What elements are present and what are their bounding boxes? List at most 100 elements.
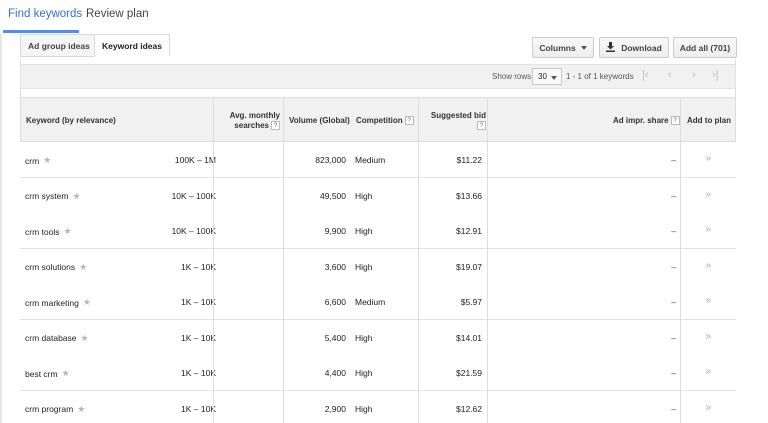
competition-cell: High xyxy=(355,332,373,343)
table-row: crm program ★ 1K – 10K 2,900 High $12.62 – » xyxy=(20,390,736,423)
chevron-down-icon xyxy=(551,76,557,80)
first-page-icon[interactable]: |‹ xyxy=(642,69,649,81)
download-icon xyxy=(606,41,616,54)
results-toolbar: Ad group ideas Keyword ideas Columns Dow… xyxy=(2,34,768,59)
avg-monthly-searches-cell: 10K – 100K xyxy=(171,190,216,201)
ad-impr-share-cell: – xyxy=(671,190,676,201)
keyword-text: crm xyxy=(25,155,40,166)
tab-keyword-ideas[interactable]: Keyword ideas xyxy=(94,34,170,57)
add-to-plan-icon[interactable]: » xyxy=(705,224,711,235)
suggested-bid-cell: $5.97 xyxy=(460,297,482,307)
header-competition-label: Competition xyxy=(356,116,403,125)
star-icon[interactable]: ★ xyxy=(79,262,87,273)
table-row: crm tools ★ 10K – 100K 9,900 High $12.91 – » xyxy=(20,213,736,249)
header-suggested-bid[interactable]: Suggested bid ? xyxy=(426,111,486,131)
add-to-plan-icon[interactable]: » xyxy=(705,331,711,342)
help-icon[interactable]: ? xyxy=(670,116,680,126)
volume-global-cell: 2,900 xyxy=(324,403,346,414)
add-to-plan-icon[interactable]: » xyxy=(705,295,711,306)
keyword-text: crm system xyxy=(25,191,69,201)
add-to-plan-icon[interactable]: » xyxy=(705,402,711,413)
table-header: Keyword (by relevance) Avg. monthly sear… xyxy=(20,97,736,142)
column-divider xyxy=(213,97,214,423)
avg-monthly-searches-cell: 1K – 10K xyxy=(181,368,216,378)
pagination-range: 1 - 1 of 1 keywords xyxy=(566,72,634,81)
left-edge-divider xyxy=(0,34,2,423)
header-competition[interactable]: Competition? xyxy=(356,116,414,126)
avg-monthly-searches-cell: 1K – 10K xyxy=(181,332,216,343)
star-icon[interactable]: ★ xyxy=(77,404,85,415)
competition-cell: High xyxy=(355,403,373,414)
rows-per-page-value: 30 xyxy=(538,72,547,81)
volume-global-cell: 9,900 xyxy=(324,226,346,236)
add-to-plan-icon[interactable]: » xyxy=(705,189,711,200)
header-avg-monthly-line2: searches xyxy=(234,121,269,130)
star-icon[interactable]: ★ xyxy=(81,333,89,344)
suggested-bid-cell: $21.59 xyxy=(456,368,482,378)
keyword-text: crm tools xyxy=(25,226,60,237)
column-divider xyxy=(680,97,681,423)
suggested-bid-cell: $12.91 xyxy=(456,226,482,236)
tab-ad-group-ideas[interactable]: Ad group ideas xyxy=(20,34,98,57)
suggested-bid-cell: $11.22 xyxy=(456,155,482,165)
pagination-bar: Show rows: 30 1 - 1 of 1 keywords |‹ ‹ ›… xyxy=(20,64,736,89)
keyword-cell: crm database ★ xyxy=(25,333,89,344)
keyword-cell: crm marketing ★ xyxy=(25,297,91,308)
last-page-icon[interactable]: ›| xyxy=(712,69,719,81)
add-all-button[interactable]: Add all (701) xyxy=(673,37,737,58)
columns-button[interactable]: Columns xyxy=(532,37,594,58)
star-icon[interactable]: ★ xyxy=(63,226,71,237)
suggested-bid-cell: $19.07 xyxy=(456,261,482,272)
volume-global-cell: 823,000 xyxy=(315,155,346,165)
column-divider xyxy=(283,97,284,423)
chevron-down-icon xyxy=(580,45,587,50)
star-icon[interactable]: ★ xyxy=(62,368,70,379)
suggested-bid-cell: $12.62 xyxy=(456,403,482,414)
avg-monthly-searches-cell: 10K – 100K xyxy=(171,226,216,236)
volume-global-cell: 49,500 xyxy=(320,190,346,201)
competition-cell: High xyxy=(355,190,373,201)
table-row: crm solutions ★ 1K – 10K 3,600 High $19.07 – » xyxy=(20,248,736,285)
avg-monthly-searches-cell: 1K – 10K xyxy=(181,261,216,272)
tab-find-keywords[interactable]: Find keywords xyxy=(8,8,82,20)
add-to-plan-icon[interactable]: » xyxy=(705,153,711,164)
keyword-cell: crm program ★ xyxy=(25,404,85,415)
keyword-text: crm marketing xyxy=(25,297,79,308)
ad-impr-share-cell: – xyxy=(671,368,676,378)
rows-per-page-select[interactable]: 30 xyxy=(532,68,562,85)
previous-page-icon[interactable]: ‹ xyxy=(668,69,672,81)
add-to-plan-icon[interactable]: » xyxy=(705,260,711,271)
header-volume-global[interactable]: Volume (Global) xyxy=(289,116,350,126)
avg-monthly-searches-cell: 1K – 10K xyxy=(181,403,216,414)
keyword-cell: crm solutions ★ xyxy=(25,262,87,273)
help-icon[interactable]: ? xyxy=(404,116,414,126)
top-navigation: Find keywords Review plan xyxy=(0,0,768,34)
download-button[interactable]: Download xyxy=(599,37,669,58)
keyword-text: crm database xyxy=(25,333,77,343)
table-row: crm ★ 100K – 1M 823,000 Medium $11.22 – » xyxy=(20,142,736,178)
star-icon[interactable]: ★ xyxy=(43,155,51,166)
keyword-planner-page: Find keywords Review plan Ad group ideas… xyxy=(0,0,768,423)
table-row: best crm ★ 1K – 10K 4,400 High $21.59 – » xyxy=(20,355,736,391)
help-icon[interactable]: ? xyxy=(477,121,486,131)
competition-cell: High xyxy=(355,368,373,378)
ad-impr-share-cell: – xyxy=(671,332,676,343)
table-row: crm database ★ 1K – 10K 5,400 High $14.01 – » xyxy=(20,319,736,356)
add-to-plan-icon[interactable]: » xyxy=(705,366,711,377)
header-ad-impr-share[interactable]: Ad impr. share? xyxy=(613,116,680,126)
next-page-icon[interactable]: › xyxy=(692,69,696,81)
avg-monthly-searches-cell: 100K – 1M xyxy=(174,155,216,165)
competition-cell: Medium xyxy=(355,297,386,307)
keyword-text: best crm xyxy=(25,368,58,379)
columns-label: Columns xyxy=(539,42,576,53)
help-icon[interactable]: ? xyxy=(271,121,280,131)
header-ad-impr-share-label: Ad impr. share xyxy=(613,116,669,125)
header-keyword[interactable]: Keyword (by relevance) xyxy=(26,116,116,126)
table-row: crm marketing ★ 1K – 10K 6,600 Medium $5.97 – » xyxy=(20,284,736,320)
tab-review-plan[interactable]: Review plan xyxy=(86,8,149,20)
keyword-cell: best crm ★ xyxy=(25,368,70,379)
column-divider xyxy=(487,97,488,423)
star-icon[interactable]: ★ xyxy=(83,297,91,308)
star-icon[interactable]: ★ xyxy=(72,191,80,202)
header-avg-monthly-searches[interactable]: Avg. monthly searches? xyxy=(226,111,280,131)
